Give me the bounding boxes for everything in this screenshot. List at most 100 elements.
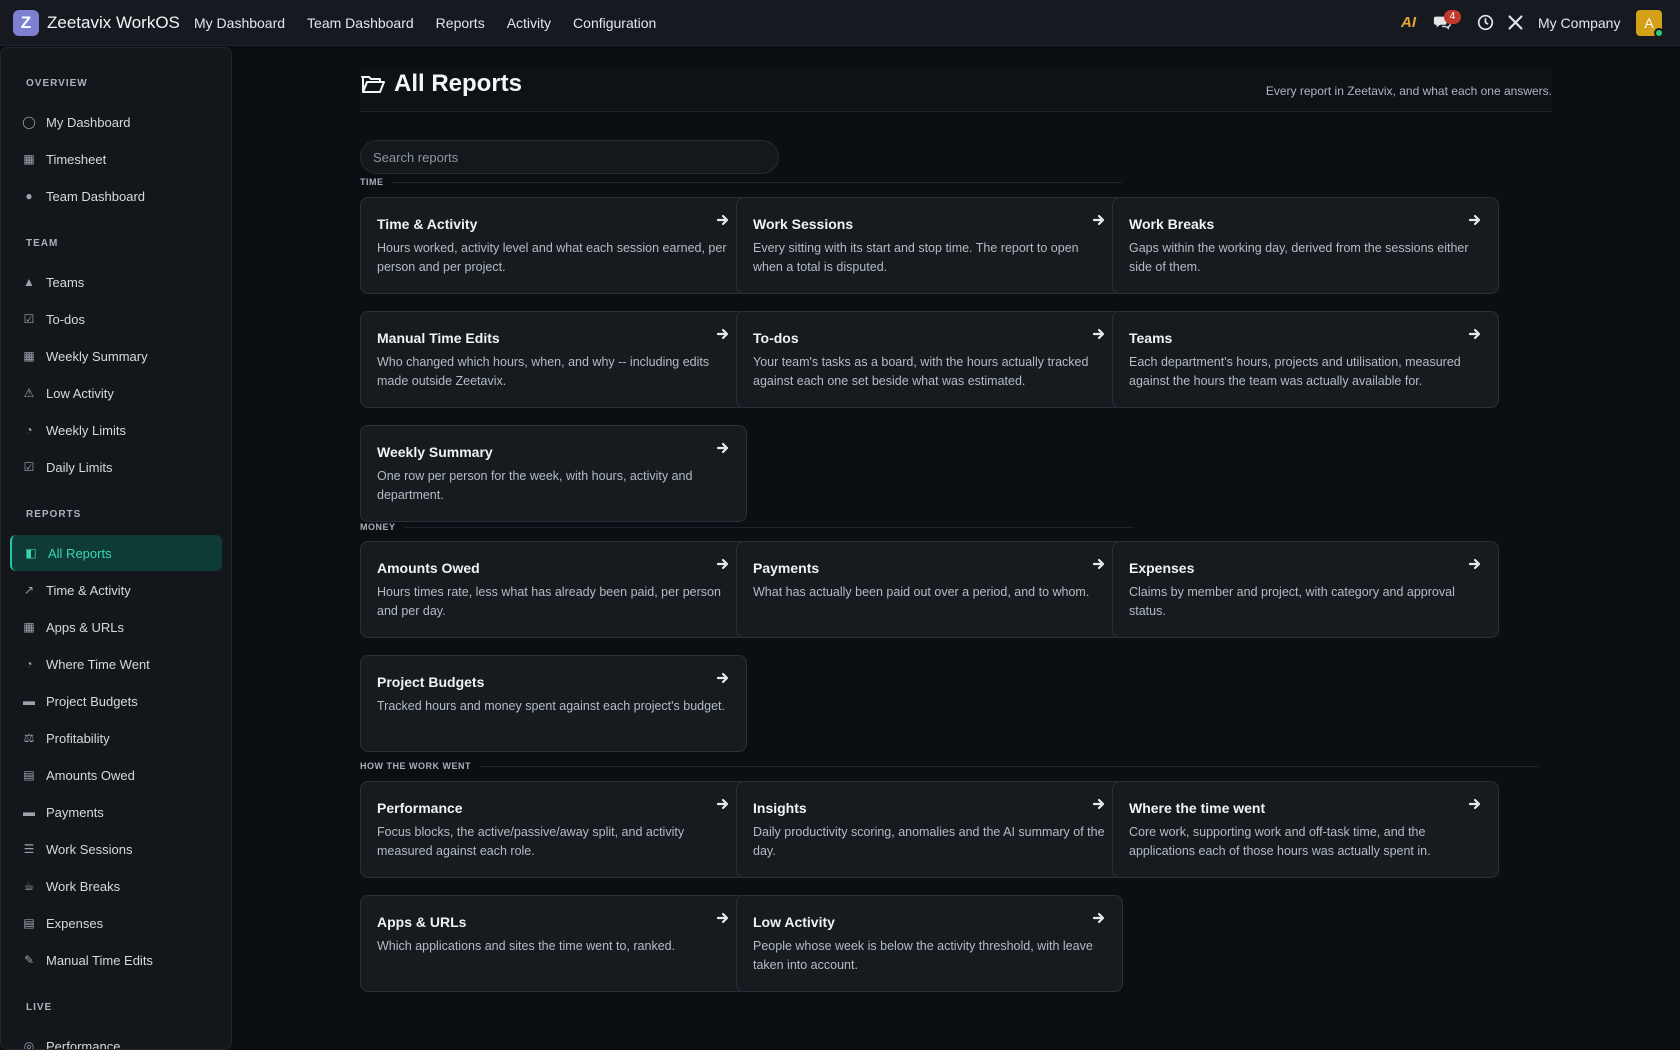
report-card-teams[interactable]: Teams Each department's hours, projects a… bbox=[1112, 311, 1499, 408]
report-card-description: People whose week is below the activity … bbox=[753, 939, 1093, 972]
report-card-low-activity[interactable]: Low Activity People whose week is below t… bbox=[736, 895, 1123, 992]
sidebar-item-payments[interactable]: ▬ Payments bbox=[10, 794, 222, 830]
arrow-right-icon[interactable] bbox=[716, 441, 730, 455]
group-divider bbox=[403, 526, 1134, 528]
brand-name[interactable]: Zeetavix WorkOS bbox=[47, 13, 180, 33]
report-card-title: Work Sessions bbox=[753, 216, 854, 232]
arrow-right-icon[interactable] bbox=[1468, 327, 1482, 341]
sidebar-item-to-dos[interactable]: ☑ To-dos bbox=[10, 301, 222, 337]
user-icon: ◯ bbox=[22, 115, 36, 129]
company-switcher[interactable]: My Company bbox=[1538, 15, 1620, 31]
report-card-where-the-time-went[interactable]: Where the time went Core work, supporting… bbox=[1112, 781, 1499, 878]
gauge-icon: ◔ bbox=[25, 423, 33, 437]
report-card-title: Work Breaks bbox=[1129, 216, 1215, 232]
sidebar-item-profitability[interactable]: ⚖ Profitability bbox=[10, 720, 222, 756]
brand-logo[interactable]: Z bbox=[13, 10, 39, 36]
clock-icon[interactable] bbox=[1477, 14, 1494, 31]
report-card-to-dos[interactable]: To-dos Your team's tasks as a board, with… bbox=[736, 311, 1123, 408]
nav-configuration[interactable]: Configuration bbox=[573, 15, 656, 31]
arrow-right-icon[interactable] bbox=[1468, 213, 1482, 227]
report-card-weekly-summary[interactable]: Weekly Summary One row per person for the… bbox=[360, 425, 747, 522]
sidebar-item-label: Work Sessions bbox=[46, 841, 133, 857]
sidebar-item-team-dashboard[interactable]: ● Team Dashboard bbox=[10, 178, 222, 214]
arrow-right-icon[interactable] bbox=[1092, 797, 1106, 811]
report-card-description: Daily productivity scoring, anomalies an… bbox=[753, 825, 1105, 858]
nav-activity[interactable]: Activity bbox=[507, 15, 551, 31]
sidebar-item-time-activity[interactable]: ↗ Time & Activity bbox=[10, 572, 222, 608]
sitemap-icon: ▲ bbox=[23, 275, 35, 289]
arrow-right-icon[interactable] bbox=[716, 797, 730, 811]
arrow-right-icon[interactable] bbox=[1468, 797, 1482, 811]
report-card-work-breaks[interactable]: Work Breaks Gaps within the working day, … bbox=[1112, 197, 1499, 294]
group-label-text: HOW THE WORK WENT bbox=[360, 761, 471, 771]
calendar-icon: ▦ bbox=[23, 152, 35, 166]
arrow-right-icon[interactable] bbox=[716, 671, 730, 685]
search-input[interactable] bbox=[360, 140, 779, 174]
top-bar: Z Zeetavix WorkOS My Dashboard Team Dash… bbox=[0, 0, 1680, 46]
sidebar-item-low-activity[interactable]: ⚠ Low Activity bbox=[10, 375, 222, 411]
report-card-work-sessions[interactable]: Work Sessions Every sitting with its star… bbox=[736, 197, 1123, 294]
tools-icon[interactable] bbox=[1507, 14, 1524, 31]
arrow-right-icon[interactable] bbox=[1092, 911, 1106, 925]
report-card-description: Focus blocks, the active/passive/away sp… bbox=[377, 825, 685, 858]
report-card-title: Performance bbox=[377, 800, 463, 816]
arrow-right-icon[interactable] bbox=[1092, 557, 1106, 571]
group-label-text: MONEY bbox=[360, 522, 396, 532]
group-label-time: TIME bbox=[360, 177, 1122, 187]
sidebar-item-label: My Dashboard bbox=[46, 114, 131, 130]
sidebar-item-label: Performance bbox=[46, 1038, 121, 1050]
sidebar-item-weekly-summary[interactable]: ▦ Weekly Summary bbox=[10, 338, 222, 374]
report-card-description: Hours times rate, less what has already … bbox=[377, 585, 721, 618]
nav-team-dashboard[interactable]: Team Dashboard bbox=[307, 15, 414, 31]
report-card-description: Every sitting with its start and stop ti… bbox=[753, 241, 1079, 274]
sidebar-item-label: All Reports bbox=[48, 545, 112, 561]
money-icon: ▤ bbox=[23, 768, 35, 782]
report-card-apps-urls[interactable]: Apps & URLs Which applications and sites … bbox=[360, 895, 747, 992]
group-label-money: MONEY bbox=[360, 522, 1134, 532]
report-card-title: Apps & URLs bbox=[377, 914, 467, 930]
folder-open-icon: ◧ bbox=[25, 546, 37, 560]
arrow-right-icon[interactable] bbox=[716, 557, 730, 571]
nav-my-dashboard[interactable]: My Dashboard bbox=[194, 15, 285, 31]
sidebar-item-label: Time & Activity bbox=[46, 582, 131, 598]
sidebar-item-work-breaks[interactable]: ☕ Work Breaks bbox=[10, 868, 222, 904]
arrow-right-icon[interactable] bbox=[1092, 327, 1106, 341]
sidebar-item-all-reports[interactable]: ◧ All Reports bbox=[10, 535, 222, 571]
sidebar-item-manual-time-edits[interactable]: ✎ Manual Time Edits bbox=[10, 942, 222, 978]
arrow-right-icon[interactable] bbox=[716, 213, 730, 227]
sidebar-item-my-dashboard[interactable]: ◯ My Dashboard bbox=[10, 104, 222, 140]
report-card-manual-time-edits[interactable]: Manual Time Edits Who changed which hours… bbox=[360, 311, 747, 408]
sidebar-item-expenses[interactable]: ▤ Expenses bbox=[10, 905, 222, 941]
sidebar-item-performance[interactable]: ◎ Performance bbox=[10, 1028, 222, 1050]
sidebar-item-where-time-went[interactable]: ◔ Where Time Went bbox=[10, 646, 222, 682]
report-card-performance[interactable]: Performance Focus blocks, the active/pass… bbox=[360, 781, 747, 878]
sidebar-item-label: Payments bbox=[46, 804, 104, 820]
arrow-right-icon[interactable] bbox=[716, 911, 730, 925]
nav-reports[interactable]: Reports bbox=[436, 15, 485, 31]
report-card-title: Manual Time Edits bbox=[377, 330, 500, 346]
coffee-icon: ☕ bbox=[23, 879, 35, 893]
ai-assistant-icon[interactable]: AI bbox=[1401, 14, 1416, 31]
warning-icon: ⚠ bbox=[23, 386, 35, 400]
sidebar-item-weekly-limits[interactable]: ◔ Weekly Limits bbox=[10, 412, 222, 448]
arrow-right-icon[interactable] bbox=[1092, 213, 1106, 227]
arrow-right-icon[interactable] bbox=[1468, 557, 1482, 571]
sidebar-item-timesheet[interactable]: ▦ Timesheet bbox=[10, 141, 222, 177]
grid-icon: ▦ bbox=[23, 620, 35, 634]
sidebar-item-daily-limits[interactable]: ☑ Daily Limits bbox=[10, 449, 222, 485]
report-card-expenses[interactable]: Expenses Claims by member and project, wi… bbox=[1112, 541, 1499, 638]
report-card-project-budgets[interactable]: Project Budgets Tracked hours and money s… bbox=[360, 655, 747, 752]
arrow-right-icon[interactable] bbox=[716, 327, 730, 341]
report-card-insights[interactable]: Insights Daily productivity scoring, anom… bbox=[736, 781, 1123, 878]
report-card-payments[interactable]: Payments What has actually been paid out … bbox=[736, 541, 1123, 638]
report-card-time-activity[interactable]: Time & Activity Hours worked, activity le… bbox=[360, 197, 747, 294]
sidebar-item-label: Teams bbox=[46, 274, 85, 290]
sidebar-item-teams[interactable]: ▲ Teams bbox=[10, 264, 222, 300]
users-icon: ● bbox=[25, 189, 33, 203]
sidebar-item-apps-urls[interactable]: ▦ Apps & URLs bbox=[10, 609, 222, 645]
sidebar-item-amounts-owed[interactable]: ▤ Amounts Owed bbox=[10, 757, 222, 793]
sidebar-item-project-budgets[interactable]: ▬ Project Budgets bbox=[10, 683, 222, 719]
sidebar-item-work-sessions[interactable]: ☰ Work Sessions bbox=[10, 831, 222, 867]
report-card-description: Each department's hours, projects and ut… bbox=[1129, 355, 1461, 388]
report-card-amounts-owed[interactable]: Amounts Owed Hours times rate, less what … bbox=[360, 541, 747, 638]
